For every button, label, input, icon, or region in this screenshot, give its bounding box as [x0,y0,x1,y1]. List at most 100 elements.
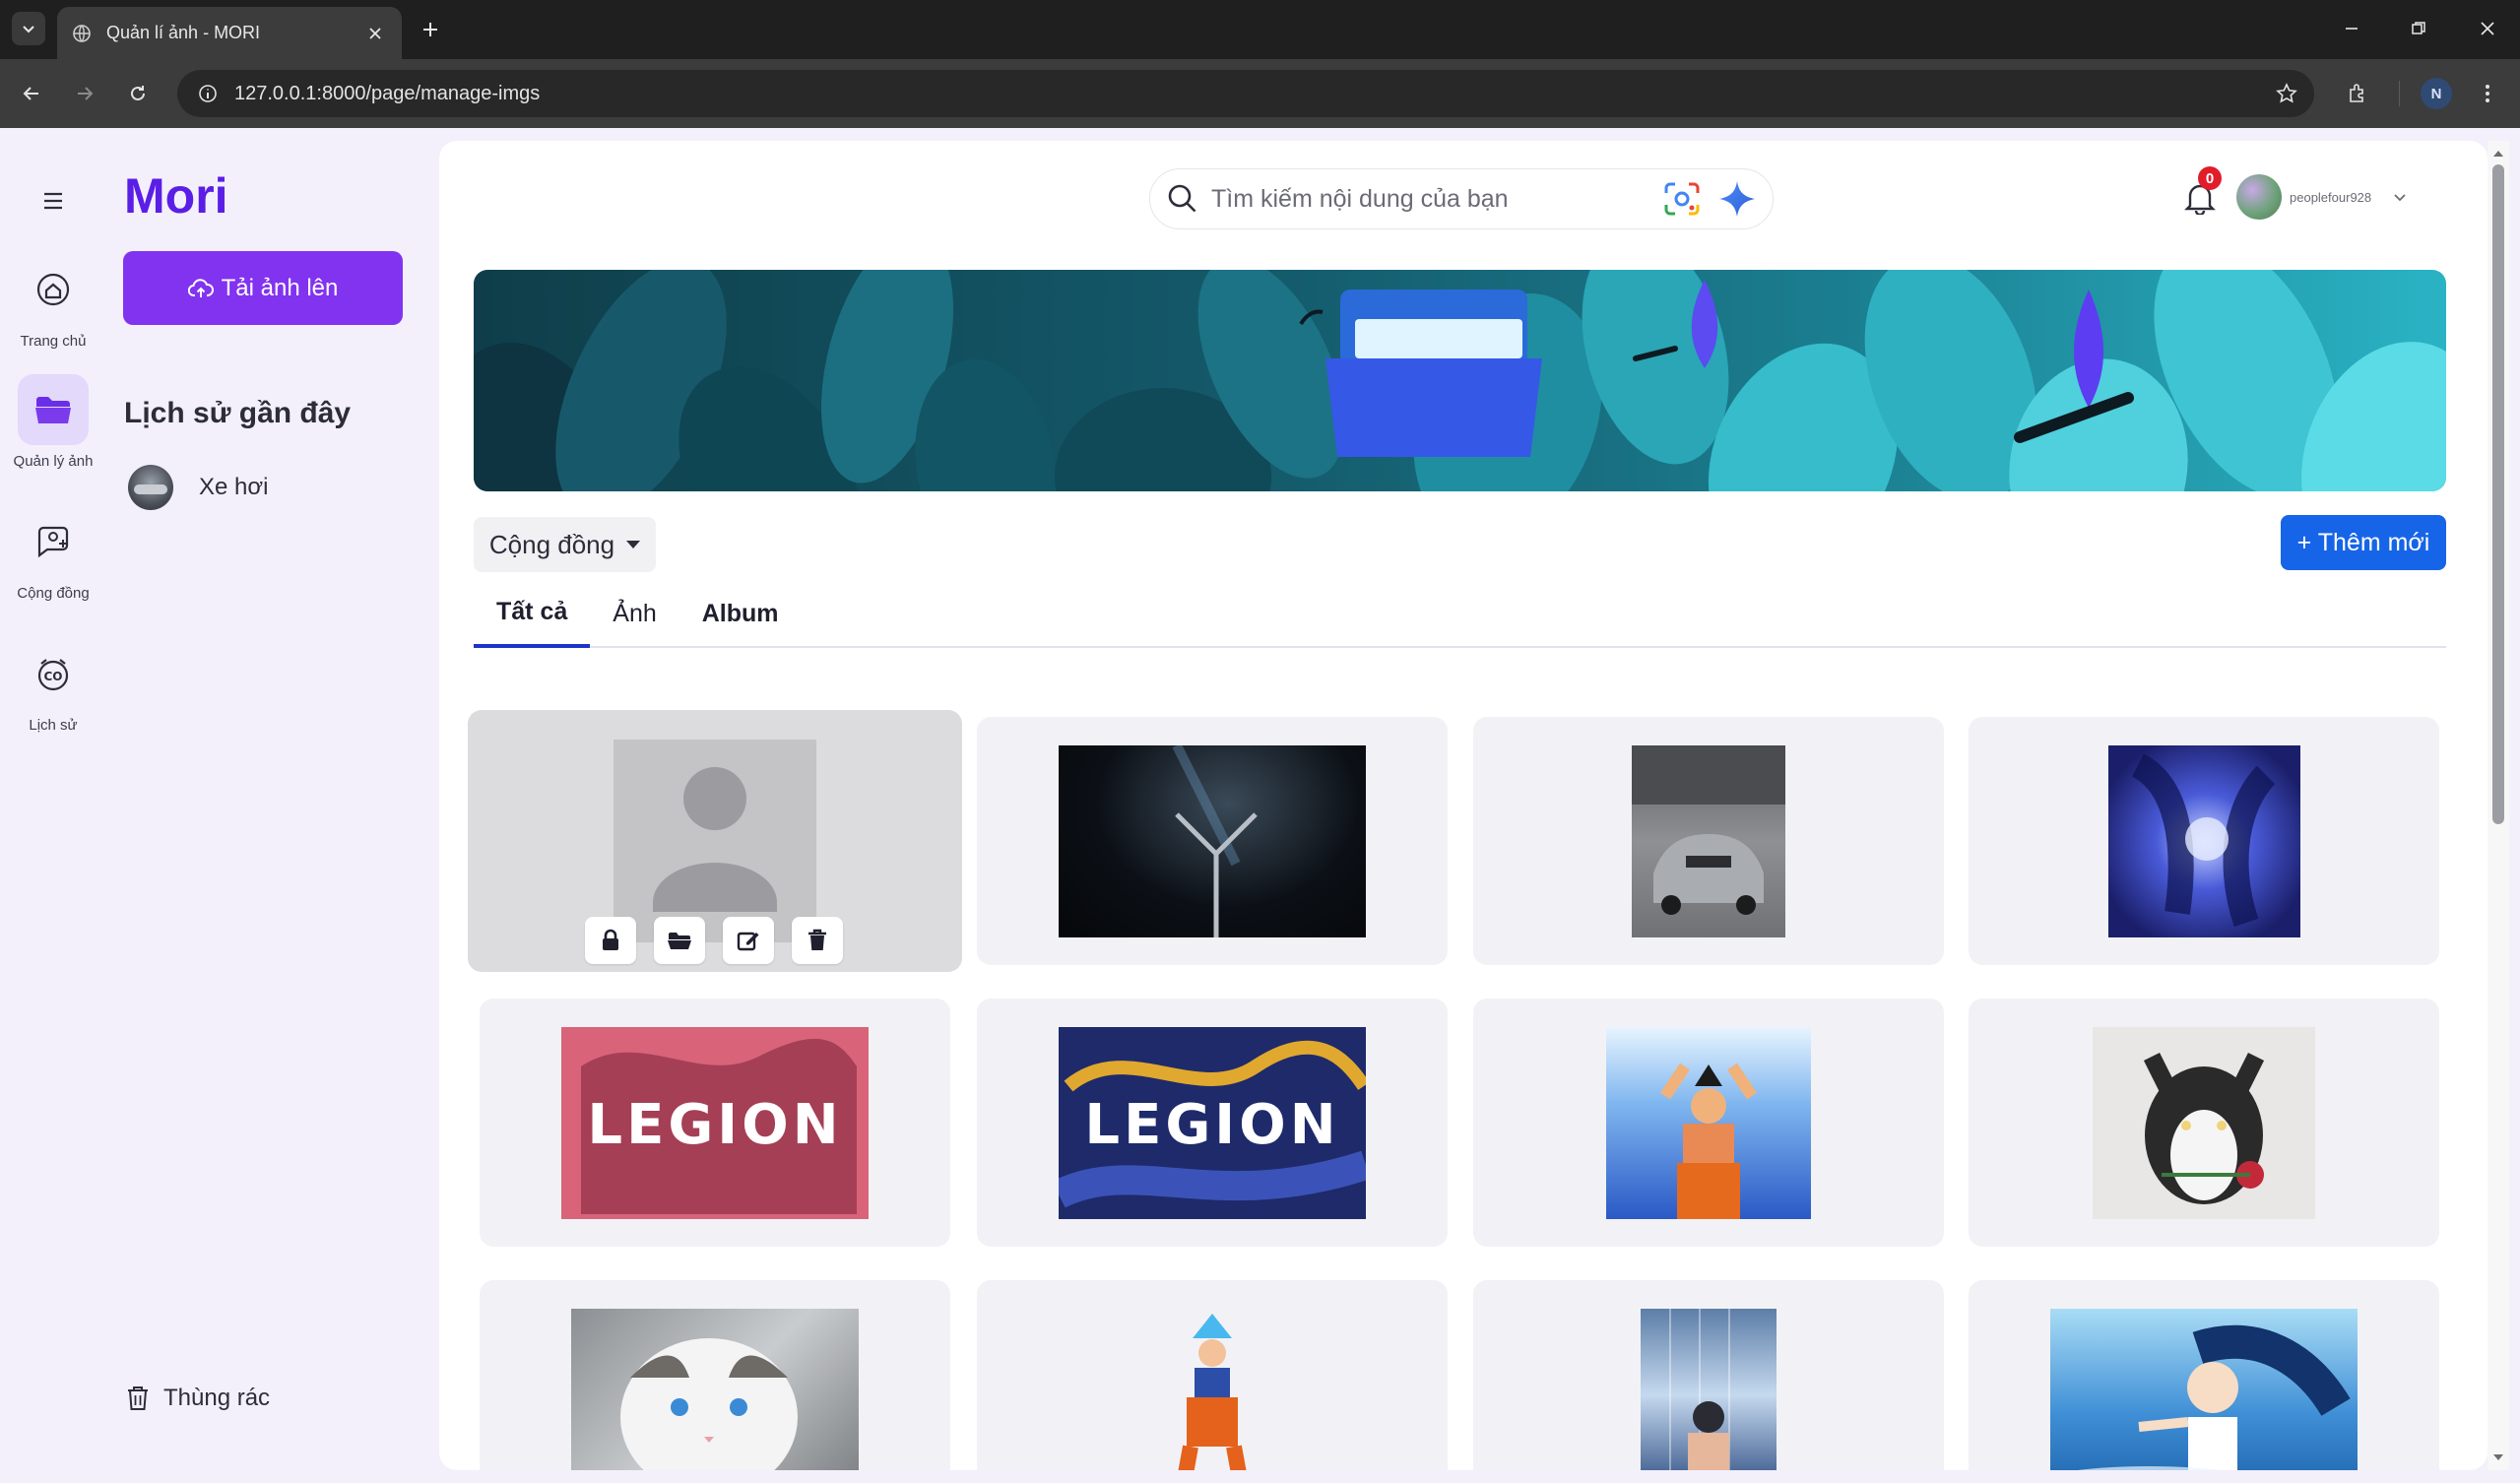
recent-item-thumbnail [128,465,173,510]
gallery-item[interactable] [1969,717,2439,965]
gallery-item-selected[interactable] [468,710,962,972]
brand-logo[interactable]: Mori [124,167,228,225]
svg-text:Free!: Free! [1674,1469,1742,1471]
kebab-menu-icon [2486,85,2489,102]
site-info-icon[interactable] [193,79,223,108]
lock-icon [603,929,618,950]
cloud-upload-icon [187,278,214,297]
browser-menu-button[interactable] [2470,76,2505,111]
omnibox[interactable]: 127.0.0.1:8000/page/manage-imgs [177,70,2314,117]
hamburger-menu-button[interactable] [35,183,71,219]
history-icon: CO [18,638,89,709]
gallery-item[interactable] [977,717,1448,965]
hamburger-icon [44,192,62,210]
notification-badge: 0 [2198,166,2222,190]
close-icon [2481,22,2494,35]
new-tab-button[interactable] [414,13,447,46]
gallery-item[interactable]: LEGION [977,999,1448,1247]
window-close-button[interactable] [2468,12,2507,45]
puzzle-icon [2350,84,2363,102]
home-icon [18,254,89,325]
move-to-folder-button[interactable] [654,917,705,964]
community-icon [18,506,89,577]
lock-button[interactable] [585,917,636,964]
add-new-button[interactable]: + Thêm mới [2281,515,2446,570]
trash-label: Thùng rác [163,1385,271,1411]
caret-down-icon [626,541,641,548]
tab-search-button[interactable] [12,12,45,45]
restore-icon [2412,22,2425,34]
rail-label: Lịch sử [29,717,78,734]
tab-images[interactable]: Ảnh [590,579,678,648]
back-button[interactable] [14,76,49,111]
tab-all[interactable]: Tất cả [474,579,591,648]
trash-icon [128,1386,148,1410]
recent-item[interactable]: Xe hơi [128,465,268,510]
gallery-item[interactable] [1473,999,1944,1247]
search-bar[interactable]: Tìm kiếm nội dung của bạn [1149,168,1774,229]
browser-tab-active[interactable]: Quản lí ảnh - MORI [57,7,402,59]
scroll-down-arrow-icon[interactable] [2488,1449,2509,1466]
minimize-button[interactable] [2332,12,2371,45]
gallery-item[interactable]: Free! [1473,1280,1944,1470]
rail-item-home[interactable]: Trang chủ [0,254,106,350]
globe-icon [71,23,93,44]
browser-tab-bar: Quản lí ảnh - MORI [0,0,2520,59]
search-icon [1168,184,1196,213]
gallery-item[interactable] [1473,717,1944,965]
forward-button[interactable] [67,76,102,111]
arrow-left-icon [23,87,38,100]
image-action-bar [585,917,843,964]
rail-item-history[interactable]: CO Lịch sử [0,638,106,734]
extensions-button[interactable] [2340,76,2375,111]
browser-profile-avatar[interactable]: N [2421,78,2452,109]
upload-button[interactable]: Tải ảnh lên [123,251,403,325]
gallery-image [1632,744,1785,937]
placeholder-avatar-image [614,740,816,942]
content-tabs: Tất cả Ảnh Album [474,579,2446,648]
gallery-item[interactable] [1969,1280,2439,1470]
scroll-up-arrow-icon[interactable] [2488,145,2509,162]
svg-text:LEGION: LEGION [1084,1093,1339,1157]
rail-item-manage-images[interactable]: Quản lý ảnh [0,374,106,470]
edit-button[interactable] [723,917,774,964]
rail-label: Cộng đồng [17,585,90,602]
bookmark-star-icon[interactable] [2269,76,2304,111]
restore-button[interactable] [2399,12,2438,45]
url-text[interactable]: 127.0.0.1:8000/page/manage-imgs [234,83,2269,105]
toolbar-divider [2399,81,2400,106]
gallery-item[interactable] [480,1280,950,1470]
gallery-image: Free! [1641,1308,1777,1471]
scrollbar-thumb[interactable] [2492,164,2504,824]
reload-button[interactable] [120,76,156,111]
page-scrollbar[interactable] [2488,141,2509,1470]
delete-button[interactable] [792,917,843,964]
gallery-image: LEGION [1059,1026,1366,1219]
gallery-image [2050,1308,2358,1470]
image-search-icon[interactable] [1662,179,1702,219]
rail-item-community[interactable]: Cộng đồng [0,506,106,602]
tab-album[interactable]: Album [679,579,802,648]
rail-label: Trang chủ [20,333,87,350]
gallery-item[interactable] [977,1280,1448,1470]
tab-title: Quản lí ảnh - MORI [106,23,261,42]
user-avatar [2236,174,2282,220]
scope-dropdown[interactable]: Cộng đồng [474,517,656,572]
user-menu[interactable]: peoplefour928 [2236,174,2409,220]
ai-sparkle-icon[interactable] [1717,179,1757,219]
gallery-item[interactable] [1969,999,2439,1247]
svg-text:LEGION: LEGION [587,1093,842,1157]
username: peoplefour928 [2290,189,2372,205]
recent-item-label: Xe hơi [199,474,269,500]
trash-icon [808,929,826,950]
search-input[interactable]: Tìm kiếm nội dung của bạn [1211,185,1662,214]
trash-link[interactable]: Thùng rác [126,1385,270,1412]
svg-text:CO: CO [43,670,62,683]
chevron-down-icon [23,26,34,33]
hero-banner [474,270,2446,491]
gallery-image [571,1308,859,1470]
close-icon[interactable] [362,21,388,46]
plus-icon [423,23,437,36]
gallery-item[interactable]: LEGION [480,999,950,1247]
side-panel: Mori Tải ảnh lên Lịch sử gần đây Xe hơi … [106,128,439,1483]
